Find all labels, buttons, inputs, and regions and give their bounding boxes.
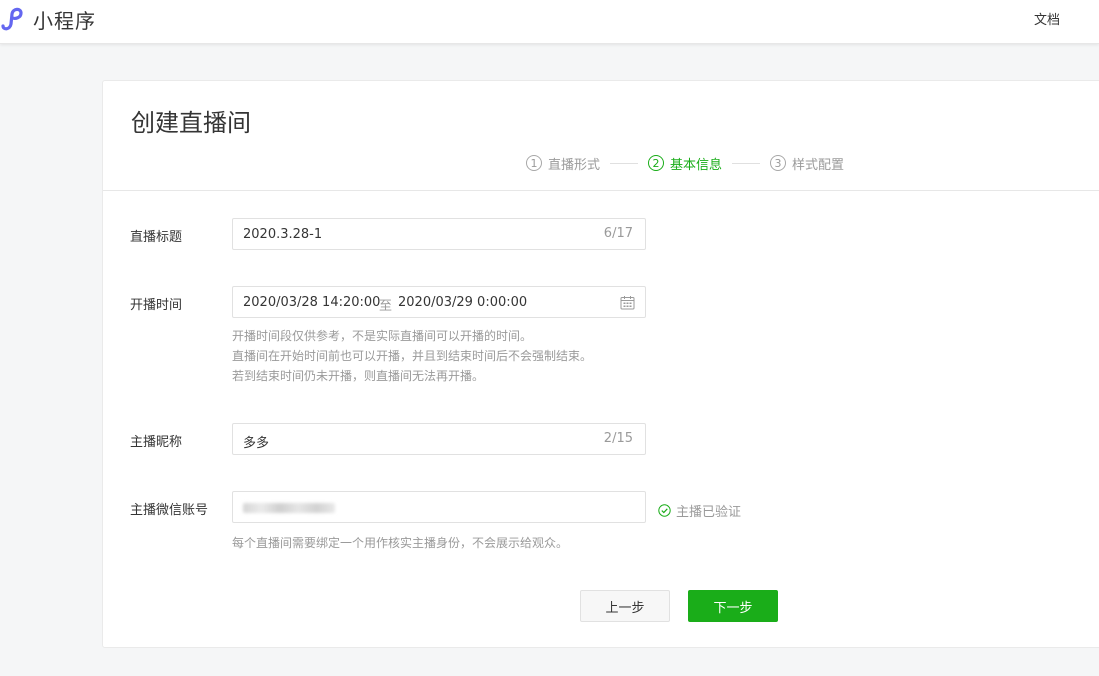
step-connector [610, 162, 639, 164]
step-live-format: 1 直播形式 [526, 154, 600, 173]
header-divider [103, 190, 1099, 191]
step-connector [732, 162, 761, 164]
nickname-char-count: 2/15 [603, 431, 633, 446]
page-title: 创建直播间 [131, 109, 251, 137]
time-start-value: 2020/03/28 14:20:00 [243, 295, 381, 310]
time-hint-line: 开播时间段仅供参考，不是实际直播间可以开播的时间。 [232, 329, 533, 343]
check-circle-icon [658, 504, 671, 517]
step-number: 1 [526, 155, 542, 171]
miniprogram-logo-icon[interactable] [0, 2, 28, 32]
docs-link[interactable]: 文档 [1034, 9, 1060, 28]
step-number: 3 [770, 155, 787, 171]
time-hint-line: 若到结束时间仍未开播，则直播间无法再开播。 [232, 369, 485, 383]
title-label: 直播标题 [130, 230, 183, 245]
title-input[interactable]: 2020.3.28-1 6/17 [232, 218, 646, 250]
title-input-value: 2020.3.28-1 [243, 227, 323, 242]
step-label: 直播形式 [548, 157, 601, 173]
title-char-count: 6/17 [603, 226, 633, 241]
prev-step-button[interactable]: 上一步 [580, 590, 670, 622]
time-range-picker[interactable]: 2020/03/28 14:20:00 至 2020/03/29 0:00:00 [232, 286, 646, 318]
wechat-account-input[interactable] [232, 491, 646, 523]
create-live-room-card: 创建直播间 1 直播形式 2 基本信息 3 样式配置 直播标题 2020.3.2… [102, 80, 1099, 648]
wechat-label: 主播微信账号 [130, 503, 209, 518]
wechat-hint: 每个直播间需要绑定一个用作核实主播身份，不会展示给观众。 [232, 536, 569, 550]
nickname-input-value: 多多 [243, 436, 270, 451]
time-hint: 开播时间段仅供参考，不是实际直播间可以开播的时间。 直播间在开始时间前也可以开播… [232, 326, 592, 386]
step-label: 样式配置 [792, 157, 845, 173]
time-range-separator: 至 [379, 299, 393, 314]
verified-text: 主播已验证 [676, 505, 742, 520]
brand-name[interactable]: 小程序 [33, 5, 96, 34]
blurred-account-value [243, 503, 335, 513]
step-label: 基本信息 [670, 157, 723, 173]
next-step-button[interactable]: 下一步 [688, 590, 778, 622]
step-style-config: 3 样式配置 [770, 154, 844, 173]
nickname-label: 主播昵称 [130, 435, 183, 450]
time-end-value: 2020/03/29 0:00:00 [398, 295, 528, 310]
stepper: 1 直播形式 2 基本信息 3 样式配置 [526, 153, 844, 173]
top-bar: 小程序 文档 [0, 0, 1099, 44]
time-hint-line: 直播间在开始时间前也可以开播，并且到结束时间后不会强制结束。 [232, 349, 593, 363]
step-number: 2 [648, 155, 665, 171]
verified-status: 主播已验证 [658, 501, 741, 520]
calendar-icon[interactable] [620, 295, 635, 310]
time-label: 开播时间 [130, 298, 183, 313]
nickname-input[interactable]: 多多 2/15 [232, 423, 646, 455]
step-basic-info: 2 基本信息 [648, 154, 722, 173]
